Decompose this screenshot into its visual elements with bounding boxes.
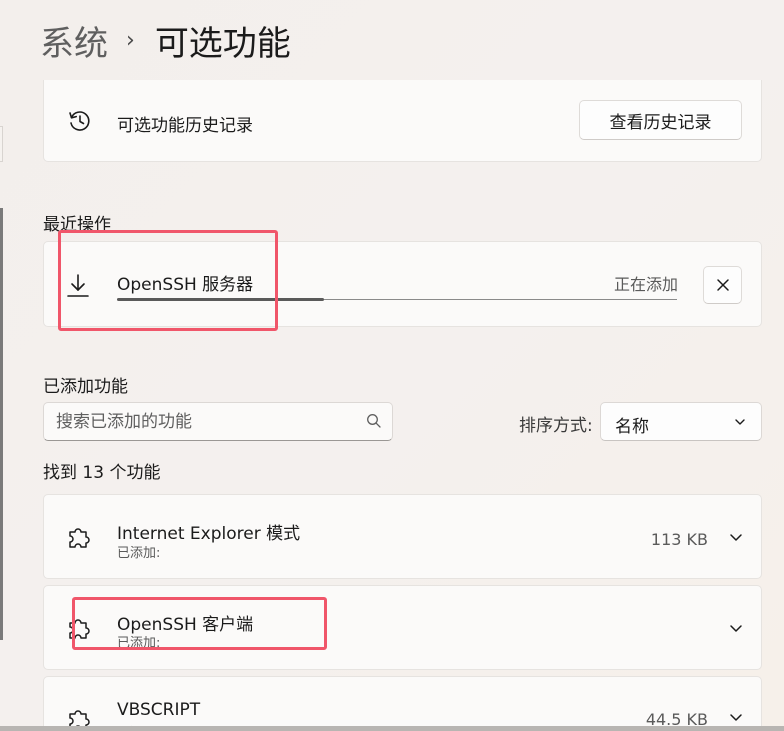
feature-status: 已添加: xyxy=(117,546,161,561)
installed-section-title: 已添加功能 xyxy=(43,377,128,397)
download-icon xyxy=(64,272,92,300)
feature-count: 找到 13 个功能 xyxy=(43,463,161,483)
search-icon[interactable] xyxy=(366,413,382,433)
feature-status: 已添加: xyxy=(117,636,161,651)
close-icon xyxy=(716,279,729,291)
sort-selected-value: 名称 xyxy=(615,417,649,437)
feature-name: VBSCRIPT xyxy=(117,700,201,720)
history-label: 可选功能历史记录 xyxy=(117,116,253,136)
search-input[interactable] xyxy=(56,411,356,433)
feature-size: 113 KB xyxy=(650,530,708,549)
history-card: 可选功能历史记录 查看历史记录 xyxy=(43,80,762,162)
page-title: 可选功能 xyxy=(154,23,291,64)
breadcrumb-parent[interactable]: 系统 xyxy=(40,16,108,65)
feature-search xyxy=(43,402,393,441)
view-history-button[interactable]: 查看历史记录 xyxy=(579,100,742,140)
side-panel-edge xyxy=(0,126,3,162)
window-bottom-edge xyxy=(0,726,784,731)
chevron-down-icon xyxy=(733,414,747,433)
expand-chevron-icon[interactable] xyxy=(726,618,746,638)
progress-bar xyxy=(117,298,324,301)
recent-section-title: 最近操作 xyxy=(43,215,111,235)
breadcrumb-separator: › xyxy=(126,27,135,53)
expand-chevron-icon[interactable] xyxy=(726,527,746,547)
breadcrumb: 系统 › 可选功能 xyxy=(40,16,291,65)
expand-chevron-icon[interactable] xyxy=(726,707,746,727)
sort-label: 排序方式: xyxy=(519,416,593,436)
cancel-install-button[interactable] xyxy=(703,266,742,304)
puzzle-icon xyxy=(64,522,94,552)
feature-name: Internet Explorer 模式 xyxy=(117,524,301,544)
recent-item-name: OpenSSH 服务器 xyxy=(117,275,254,295)
recent-item-status: 正在添加 xyxy=(613,275,678,294)
scrollbar-track[interactable] xyxy=(0,208,3,640)
puzzle-icon xyxy=(64,613,94,643)
history-icon xyxy=(65,106,95,136)
sort-dropdown[interactable]: 名称 xyxy=(600,402,762,441)
